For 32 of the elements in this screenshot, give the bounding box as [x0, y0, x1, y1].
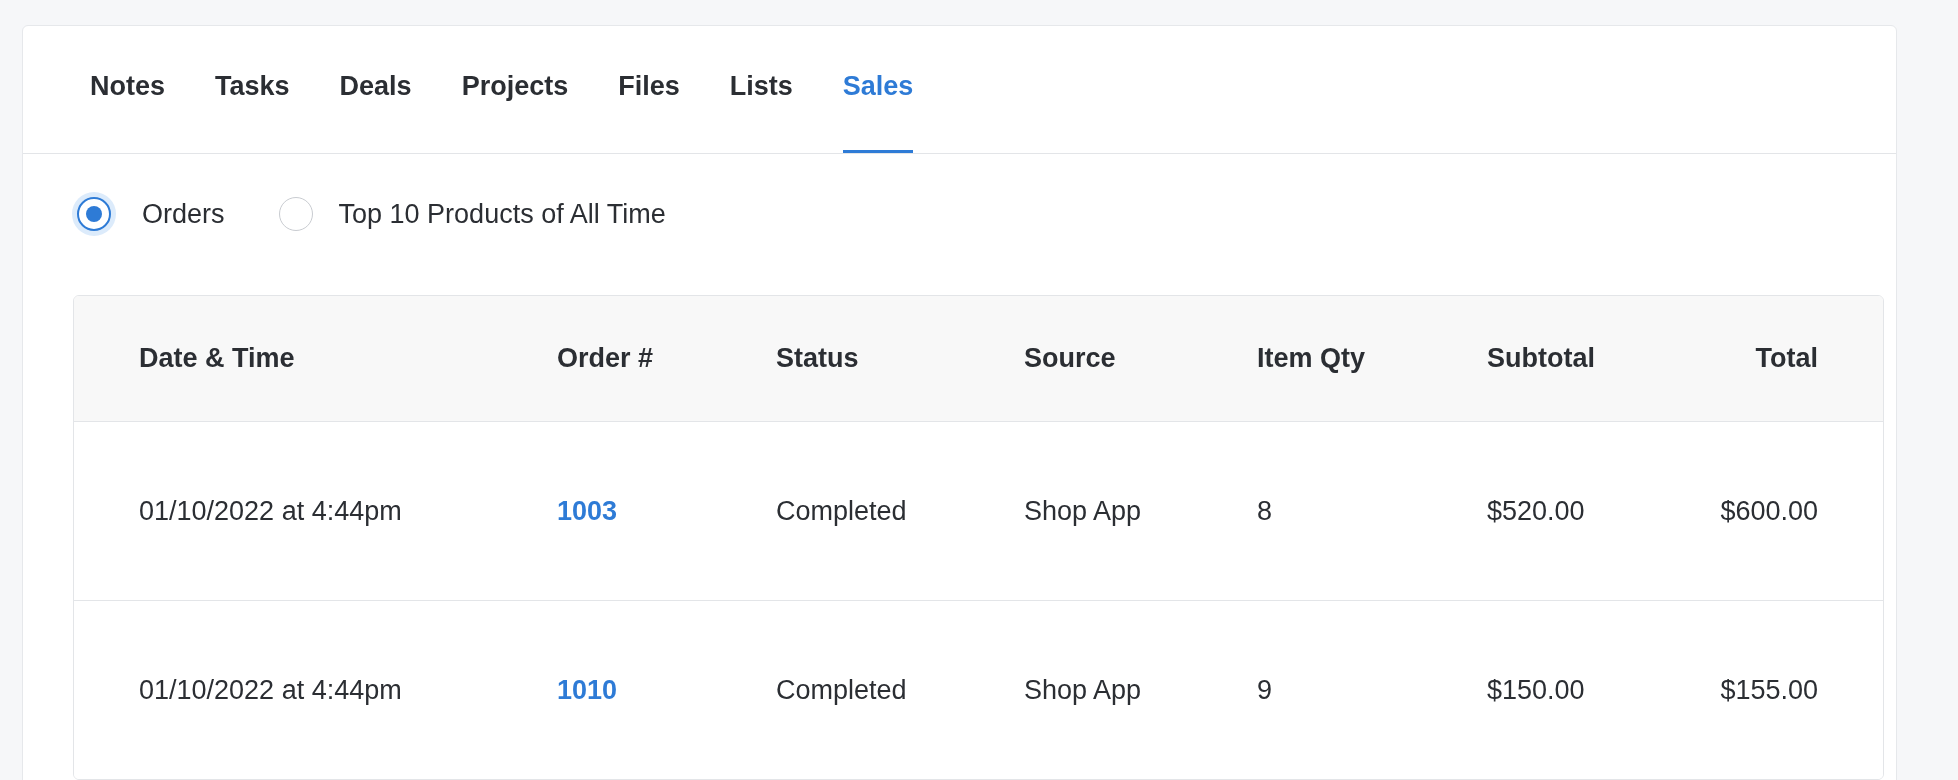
table-cell-text: 8 [1257, 495, 1274, 527]
tab[interactable]: Sales [842, 26, 914, 153]
column-header: Total [1754, 343, 1818, 374]
column-header: Item Qty [1257, 343, 1367, 374]
table-cell-text: 01/10/2022 at 4:44pm [139, 674, 403, 706]
table-cell-text: Completed [776, 674, 908, 706]
table-cell-text: $150.00 [1487, 674, 1586, 706]
tab[interactable]: Notes [90, 26, 165, 153]
table-cell-text: $600.00 [1719, 495, 1818, 527]
order-link[interactable]: 1010 [557, 674, 618, 706]
radio-button[interactable] [72, 192, 116, 236]
table-cell-text: $520.00 [1487, 495, 1586, 527]
radio-button[interactable] [278, 197, 313, 231]
column-header: Subtotal [1487, 343, 1596, 374]
table-cell-text: 9 [1257, 674, 1274, 706]
radio-label: Orders [142, 198, 225, 230]
tab[interactable]: Lists [729, 26, 793, 153]
table-cell-text: Shop App [1024, 495, 1143, 527]
table-cell-text: $155.00 [1719, 674, 1818, 706]
table-cell-text: 01/10/2022 at 4:44pm [139, 495, 403, 527]
tab[interactable]: Projects [461, 26, 569, 153]
column-header: Status [776, 343, 860, 374]
column-header: Date & Time [139, 343, 296, 374]
tab[interactable]: Tasks [215, 26, 290, 153]
tab[interactable]: Deals [339, 26, 412, 153]
column-header: Order # [557, 343, 655, 374]
tab[interactable]: Files [618, 26, 680, 153]
column-header: Source [1024, 343, 1117, 374]
table-cell-text: Shop App [1024, 674, 1143, 706]
order-link[interactable]: 1003 [557, 495, 618, 527]
table-cell-text: Completed [776, 495, 908, 527]
radio-label: Top 10 Products of All Time [338, 198, 666, 230]
